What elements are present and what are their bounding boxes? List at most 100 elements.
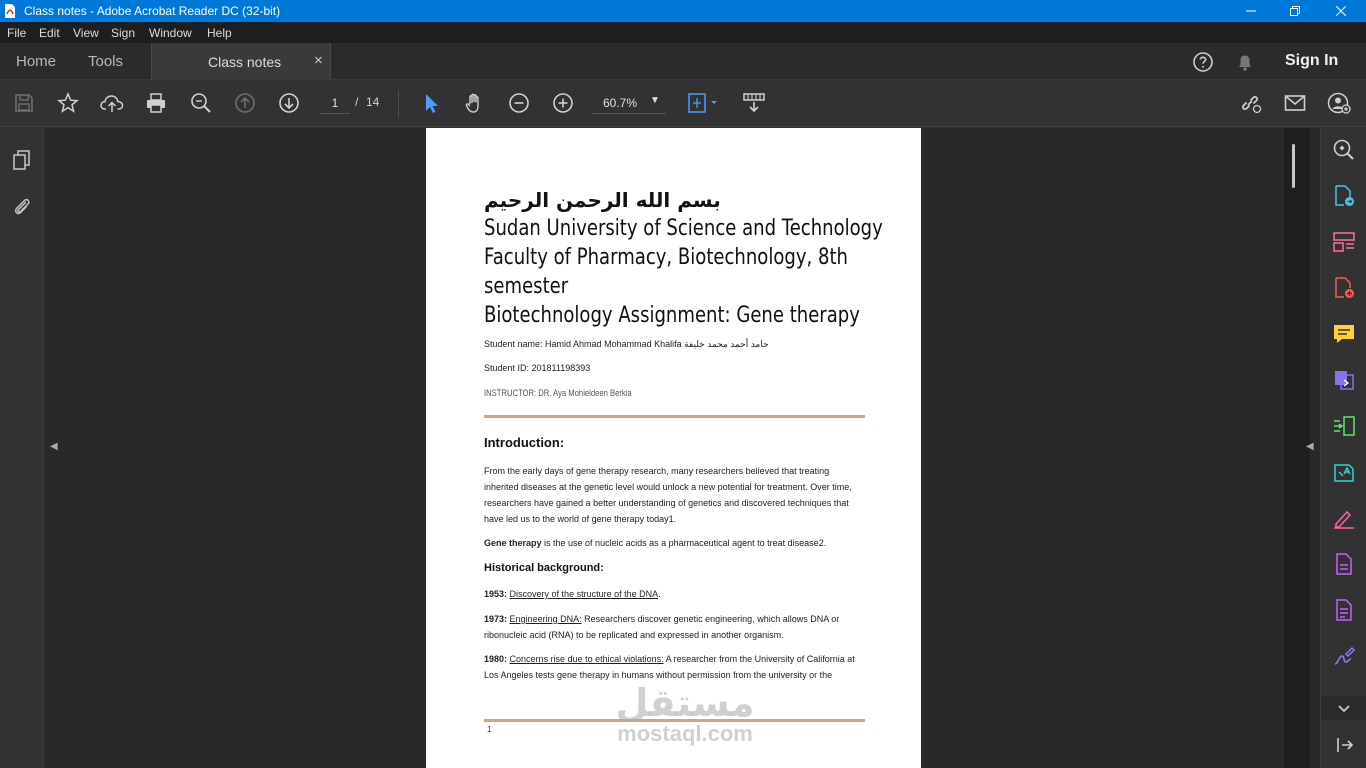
enhance-scan-icon[interactable] xyxy=(1332,138,1356,162)
chevron-down-icon: ▼ xyxy=(650,95,660,106)
menu-bar: File Edit View Sign Window Help xyxy=(0,22,1366,43)
page-separator: / xyxy=(355,95,359,109)
request-signature-icon[interactable] xyxy=(1332,644,1356,668)
hand-tool-button[interactable] xyxy=(463,91,487,115)
zoom-in-button[interactable] xyxy=(551,91,575,115)
sign-in-button[interactable]: Sign In xyxy=(1285,52,1338,70)
zoom-level-select[interactable]: 60.7% ▼ xyxy=(592,92,666,114)
link-1973[interactable]: Engineering DNA: xyxy=(510,614,582,624)
fill-sign-icon[interactable] xyxy=(1332,506,1356,530)
scrollbar-thumb[interactable] xyxy=(1292,144,1295,188)
link-1980[interactable]: Concerns rise due to ethical violations: xyxy=(510,654,664,664)
tab-bar: Home Tools Class notes × Sign In xyxy=(0,43,1366,80)
previous-page-button[interactable] xyxy=(233,91,257,115)
page-thumbnails-icon[interactable] xyxy=(11,149,33,171)
collapse-left-pane-icon[interactable]: ◀ xyxy=(50,441,58,452)
hand-icon xyxy=(465,93,479,113)
year-1953: 1953: xyxy=(484,589,508,599)
history-1953: 1953: Discovery of the structure of the … xyxy=(484,586,864,602)
introduction-paragraph: From the early days of gene therapy rese… xyxy=(484,466,852,524)
share-link-button[interactable] xyxy=(1238,91,1262,115)
create-pdf-icon[interactable] xyxy=(1332,276,1356,300)
next-page-button[interactable] xyxy=(277,91,301,115)
edit-pdf-icon[interactable] xyxy=(1332,460,1356,484)
attachments-paperclip-icon[interactable] xyxy=(11,195,33,217)
help-icon[interactable] xyxy=(1192,51,1214,73)
student-id: Student ID: 201811198393 xyxy=(484,363,591,373)
watermark-latin: mostaql.com xyxy=(617,721,753,746)
bismillah-heading: بسم الله الرحمن الرحيم xyxy=(484,188,721,212)
mail-icon xyxy=(1284,95,1306,111)
restore-button[interactable] xyxy=(1272,0,1318,22)
chevron-down-icon[interactable] xyxy=(1332,696,1356,720)
document-icon[interactable] xyxy=(1332,552,1356,576)
tab-tools[interactable]: Tools xyxy=(88,53,123,70)
menu-view[interactable]: View xyxy=(73,26,99,40)
document-tab-label: Class notes xyxy=(208,54,282,70)
save-icon xyxy=(15,94,33,112)
notifications-bell-icon[interactable] xyxy=(1234,51,1256,73)
toolbar-divider xyxy=(398,90,399,118)
collapse-tools-pane-icon[interactable] xyxy=(1332,733,1356,757)
printer-icon xyxy=(147,93,165,113)
share-people-button[interactable] xyxy=(1327,91,1351,115)
page-total: 14 xyxy=(366,95,380,109)
title-line-1: Sudan University of Science and Technolo… xyxy=(484,216,883,241)
zoom-out-icon xyxy=(509,93,529,113)
print-button[interactable] xyxy=(144,91,168,115)
scrolling-mode-button[interactable] xyxy=(742,91,766,115)
close-window-button[interactable] xyxy=(1318,0,1364,22)
pdf-page: بسم الله الرحمن الرحيم Sudan University … xyxy=(426,128,921,768)
zoom-out-button[interactable] xyxy=(507,91,531,115)
link-1953[interactable]: Discovery of the structure of the DNA xyxy=(510,589,659,599)
year-1973: 1973: xyxy=(484,614,508,624)
arrow-up-circle-icon xyxy=(235,93,255,113)
tab-home[interactable]: Home xyxy=(16,53,56,70)
export-pdf-icon[interactable] xyxy=(1332,184,1356,208)
history-1980: 1980: Concerns rise due to ethical viola… xyxy=(484,651,864,683)
left-navigation-pane xyxy=(0,128,44,768)
menu-sign[interactable]: Sign xyxy=(111,26,135,40)
bookmark-button[interactable] xyxy=(56,91,80,115)
compress-pdf-icon[interactable] xyxy=(1332,414,1356,438)
organize-pages-icon[interactable] xyxy=(1332,230,1356,254)
year-1980: 1980: xyxy=(484,654,508,664)
menu-edit[interactable]: Edit xyxy=(39,26,60,40)
upload-button[interactable] xyxy=(100,91,124,115)
email-button[interactable] xyxy=(1283,91,1307,115)
title-line-2: Faculty of Pharmacy, Biotechnology, 8th xyxy=(484,245,848,270)
close-tab-button[interactable]: × xyxy=(314,52,323,69)
collapse-right-pane-icon[interactable]: ◀ xyxy=(1306,441,1314,452)
minimize-button[interactable] xyxy=(1228,0,1274,22)
link-icon xyxy=(1242,96,1262,114)
gene-therapy-definition: Gene therapy is the use of nucleic acids… xyxy=(484,535,864,551)
arrow-down-circle-icon xyxy=(279,93,299,113)
cloud-upload-icon xyxy=(100,95,124,112)
save-button[interactable] xyxy=(12,91,36,115)
protect-document-icon[interactable] xyxy=(1332,598,1356,622)
fit-page-button[interactable] xyxy=(686,91,720,115)
tab-document[interactable]: Class notes × xyxy=(151,43,331,80)
star-icon xyxy=(57,92,79,113)
title-line-3: semester xyxy=(484,274,569,299)
student-name: Student name: Hamid Ahmad Mohammad Khali… xyxy=(484,339,769,349)
zoom-in-icon xyxy=(553,93,573,113)
select-tool-button[interactable] xyxy=(419,91,443,115)
mostaql-watermark: مستقل mostaql.com xyxy=(590,683,780,745)
combine-files-icon[interactable] xyxy=(1332,368,1356,392)
menu-help[interactable]: Help xyxy=(207,26,232,40)
scroll-mode-icon xyxy=(743,93,765,113)
menu-window[interactable]: Window xyxy=(149,26,192,40)
cursor-arrow-icon xyxy=(426,94,438,113)
divider-rule-top xyxy=(484,415,865,418)
find-button[interactable] xyxy=(189,91,213,115)
menu-file[interactable]: File xyxy=(7,26,26,40)
close-icon xyxy=(1336,6,1346,16)
comment-icon[interactable] xyxy=(1332,322,1356,346)
history-1973: 1973: Engineering DNA: Researchers disco… xyxy=(484,611,864,643)
zoom-level-value: 60.7% xyxy=(603,96,638,110)
fit-page-icon xyxy=(688,93,717,113)
page-number-input[interactable]: 1 xyxy=(320,92,350,114)
zoom-search-icon xyxy=(191,93,211,113)
user-add-icon xyxy=(1327,92,1351,114)
